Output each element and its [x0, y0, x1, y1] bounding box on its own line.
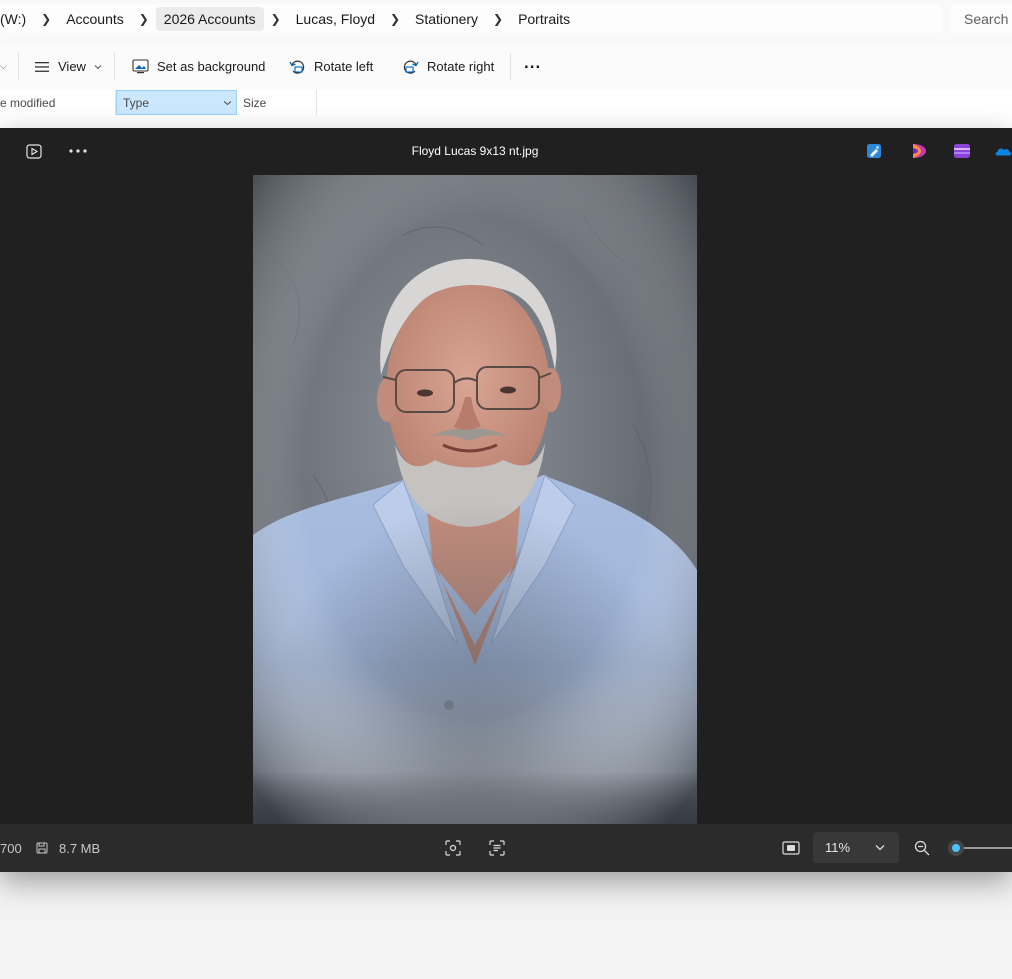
edit-button[interactable]	[864, 142, 884, 160]
column-header-row: e modified Type Size	[0, 90, 1012, 128]
fit-icon	[445, 840, 461, 856]
address-bar: (W:) ❯ Accounts ❯ 2026 Accounts ❯ Lucas,…	[0, 0, 1012, 44]
breadcrumb: (W:) ❯ Accounts ❯ 2026 Accounts ❯ Lucas,…	[0, 4, 942, 33]
set-as-background-button[interactable]: Set as background	[132, 43, 265, 90]
rotate-right-button[interactable]: Rotate right	[402, 43, 494, 90]
command-bar: ⌵ View Set as background Rotate left Rot…	[0, 43, 1012, 91]
onedrive-icon	[995, 148, 1012, 156]
chevron-down-icon	[875, 845, 885, 851]
chevron-down-icon[interactable]: ⌵	[0, 61, 7, 72]
set-background-icon	[132, 59, 149, 74]
column-type[interactable]: Type	[116, 90, 237, 115]
rotate-left-icon	[289, 60, 305, 74]
slideshow-icon	[26, 143, 42, 159]
rotate-right-label: Rotate right	[427, 59, 495, 74]
search-input[interactable]: Search	[950, 4, 1012, 33]
chevron-right-icon[interactable]: ❯	[264, 12, 288, 26]
onedrive-button[interactable]	[994, 142, 1012, 160]
chevron-down-icon[interactable]	[223, 100, 232, 106]
zoom-level: 11%	[825, 840, 851, 855]
zoom-out-button[interactable]	[912, 838, 932, 858]
divider	[510, 53, 511, 80]
text-scan-button[interactable]	[487, 838, 507, 858]
rotate-left-label: Rotate left	[314, 59, 374, 74]
video-editor-button[interactable]	[951, 142, 973, 160]
more-icon	[69, 149, 87, 153]
divider	[18, 53, 19, 80]
view-label: View	[58, 59, 86, 74]
zoom-out-icon	[914, 840, 930, 856]
breadcrumb-lucas-floyd[interactable]: Lucas, Floyd	[288, 7, 383, 31]
portrait-image	[253, 175, 697, 824]
set-as-background-label: Set as background	[157, 59, 266, 74]
chevron-right-icon[interactable]: ❯	[486, 12, 510, 26]
actual-size-button[interactable]	[781, 838, 801, 858]
breadcrumb-2026-accounts[interactable]: 2026 Accounts	[155, 6, 264, 31]
chevron-down-icon	[94, 64, 102, 69]
zoom-slider-thumb[interactable]	[948, 840, 964, 856]
breadcrumb-portraits[interactable]: Portraits	[510, 7, 578, 31]
view-button[interactable]: View	[34, 43, 102, 90]
file-name: Floyd Lucas 9x13 nt.jpg	[411, 144, 539, 158]
column-date-modified[interactable]: e modified	[0, 90, 115, 115]
divider	[316, 90, 317, 115]
breadcrumb-accounts[interactable]: Accounts	[58, 7, 132, 31]
zoom-select[interactable]: 11%	[813, 832, 899, 863]
portrait-photo	[253, 175, 697, 824]
chevron-right-icon[interactable]: ❯	[132, 12, 156, 26]
fit-to-window-button[interactable]	[443, 838, 463, 858]
file-size: 8.7 MB	[59, 841, 101, 856]
chevron-right-icon[interactable]: ❯	[34, 12, 58, 26]
actual-size-icon	[782, 841, 800, 855]
viewer-status-bar: 700 8.7 MB 11%	[0, 824, 1012, 872]
image-dimensions: 700	[0, 841, 22, 856]
save-icon	[36, 842, 48, 854]
viewer-title-bar: Floyd Lucas 9x13 nt.jpg	[0, 128, 1012, 174]
breadcrumb-drive[interactable]: (W:)	[0, 7, 34, 31]
edit-icon	[867, 144, 881, 158]
ocr-icon	[489, 840, 505, 856]
more-button[interactable]	[66, 142, 90, 160]
rotate-left-button[interactable]: Rotate left	[289, 43, 373, 90]
photo-viewer-window: Floyd Lucas 9x13 nt.jpg 700 8.7 MB 11%	[0, 128, 1012, 872]
more-options-button[interactable]: ...	[524, 43, 541, 90]
video-editor-icon	[954, 144, 970, 158]
more-icon: ...	[524, 52, 542, 72]
column-size[interactable]: Size	[243, 90, 315, 115]
breadcrumb-stationery[interactable]: Stationery	[407, 7, 486, 31]
clipchamp-icon	[913, 144, 926, 158]
slideshow-button[interactable]	[24, 142, 44, 160]
divider	[114, 53, 115, 80]
view-icon	[35, 61, 49, 72]
chevron-right-icon[interactable]: ❯	[383, 12, 407, 26]
rotate-right-icon	[403, 60, 419, 74]
column-type-label: Type	[123, 95, 150, 110]
clipchamp-button[interactable]	[908, 142, 930, 160]
zoom-slider-track[interactable]	[960, 847, 1012, 849]
